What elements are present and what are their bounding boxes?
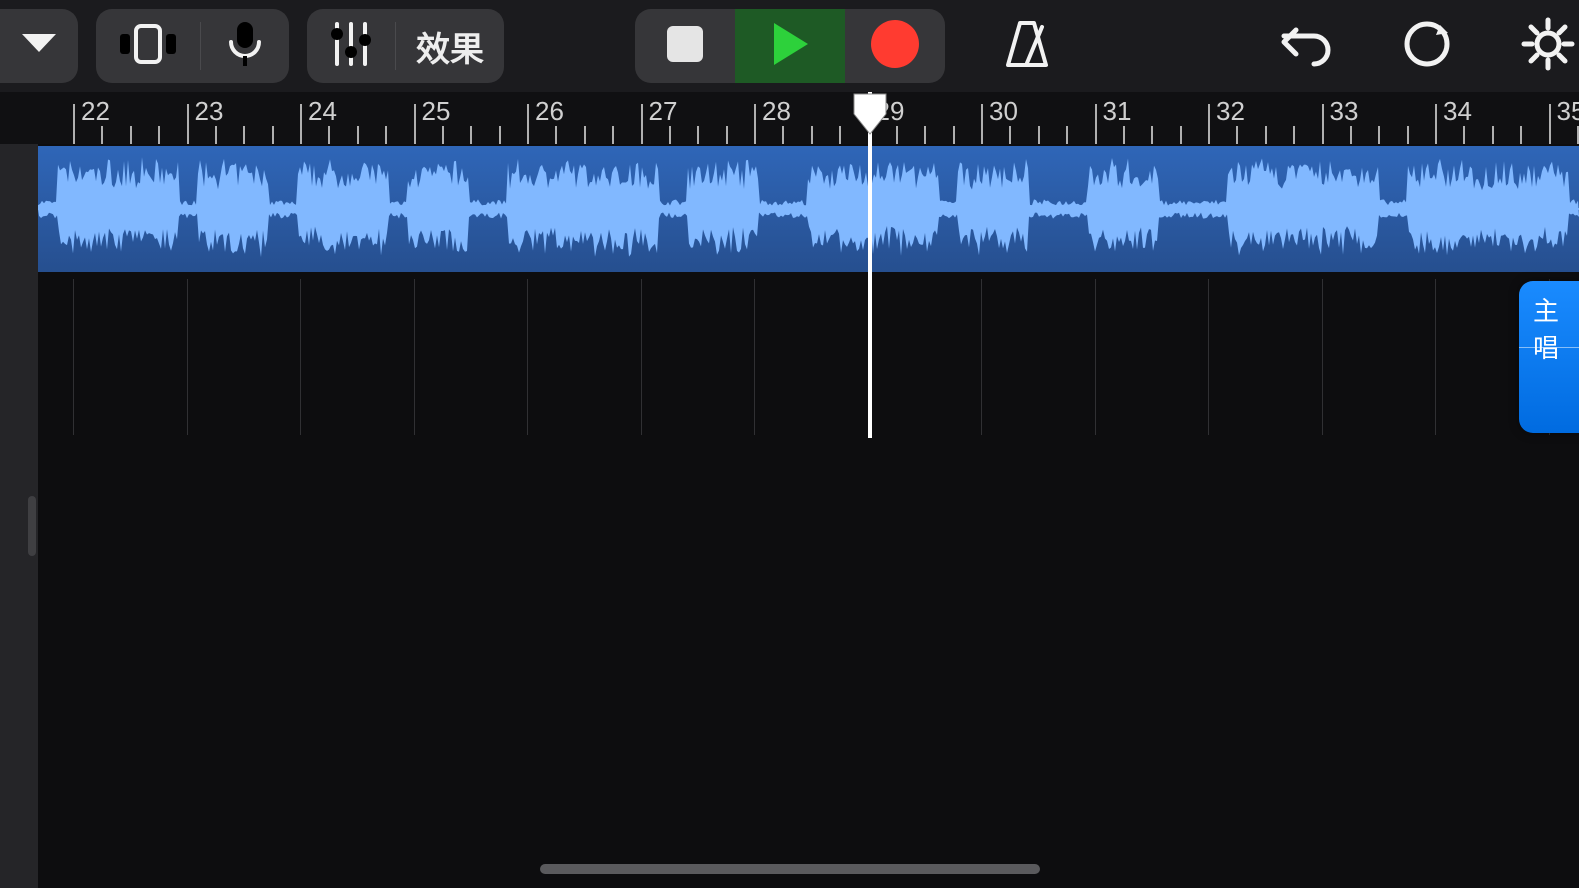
fx-group: 效果 xyxy=(307,9,504,83)
microphone-button[interactable] xyxy=(201,9,289,83)
loop-button[interactable] xyxy=(1400,17,1454,76)
ruler-label: 27 xyxy=(649,96,678,127)
ruler-label: 32 xyxy=(1216,96,1245,127)
stop-icon xyxy=(665,24,705,69)
effects-button[interactable]: 效果 xyxy=(396,9,504,83)
grid-lines xyxy=(38,279,1579,435)
ruler-label: 34 xyxy=(1443,96,1472,127)
stop-button[interactable] xyxy=(635,9,735,83)
input-group xyxy=(96,9,289,83)
track-row[interactable]: 主唱 xyxy=(38,279,1579,435)
waveform xyxy=(38,146,1579,272)
ruler-label: 28 xyxy=(762,96,791,127)
view-menu-button[interactable] xyxy=(0,9,78,83)
ruler-label: 23 xyxy=(195,96,224,127)
chevron-down-icon xyxy=(20,32,58,61)
track-row[interactable] xyxy=(38,144,1579,274)
scroll-thumb[interactable] xyxy=(28,496,36,556)
ruler-label: 24 xyxy=(308,96,337,127)
undo-icon xyxy=(1280,55,1334,72)
play-icon xyxy=(770,21,810,72)
microphone-icon xyxy=(229,20,261,73)
effects-label: 效果 xyxy=(416,22,484,71)
tracks-area[interactable]: 主唱 xyxy=(0,144,1579,888)
clip-label: 主唱 xyxy=(1533,291,1579,365)
ruler-label: 22 xyxy=(81,96,110,127)
audio-clip[interactable] xyxy=(38,146,1579,272)
ruler-label: 31 xyxy=(1103,96,1132,127)
ruler-label: 33 xyxy=(1330,96,1359,127)
loop-icon xyxy=(1400,58,1454,75)
gear-icon xyxy=(1520,59,1576,76)
settings-button[interactable] xyxy=(1520,16,1576,77)
metronome-icon xyxy=(1000,58,1054,75)
metronome-button[interactable] xyxy=(1000,17,1054,76)
home-indicator xyxy=(540,864,1040,874)
ruler-label: 30 xyxy=(989,96,1018,127)
tracks-view-button[interactable] xyxy=(96,9,200,83)
transport-group xyxy=(635,9,945,83)
undo-button[interactable] xyxy=(1280,20,1334,73)
sliders-icon xyxy=(331,20,371,73)
timeline-ruler[interactable]: 22 23 24 25 26 27 28 29 30 31 32 33 34 35 xyxy=(0,92,1579,144)
track-header-gutter xyxy=(0,144,38,888)
ruler-label: 35 xyxy=(1557,96,1579,127)
tracks-view-icon xyxy=(120,24,176,69)
record-icon xyxy=(870,19,920,74)
ruler-label: 26 xyxy=(535,96,564,127)
audio-clip[interactable]: 主唱 xyxy=(1519,281,1579,433)
mixer-button[interactable] xyxy=(307,9,395,83)
record-button[interactable] xyxy=(845,9,945,83)
ruler-label: 25 xyxy=(422,96,451,127)
play-button[interactable] xyxy=(735,9,845,83)
ruler-label: 29 xyxy=(876,96,905,127)
toolbar: 效果 xyxy=(0,0,1579,92)
